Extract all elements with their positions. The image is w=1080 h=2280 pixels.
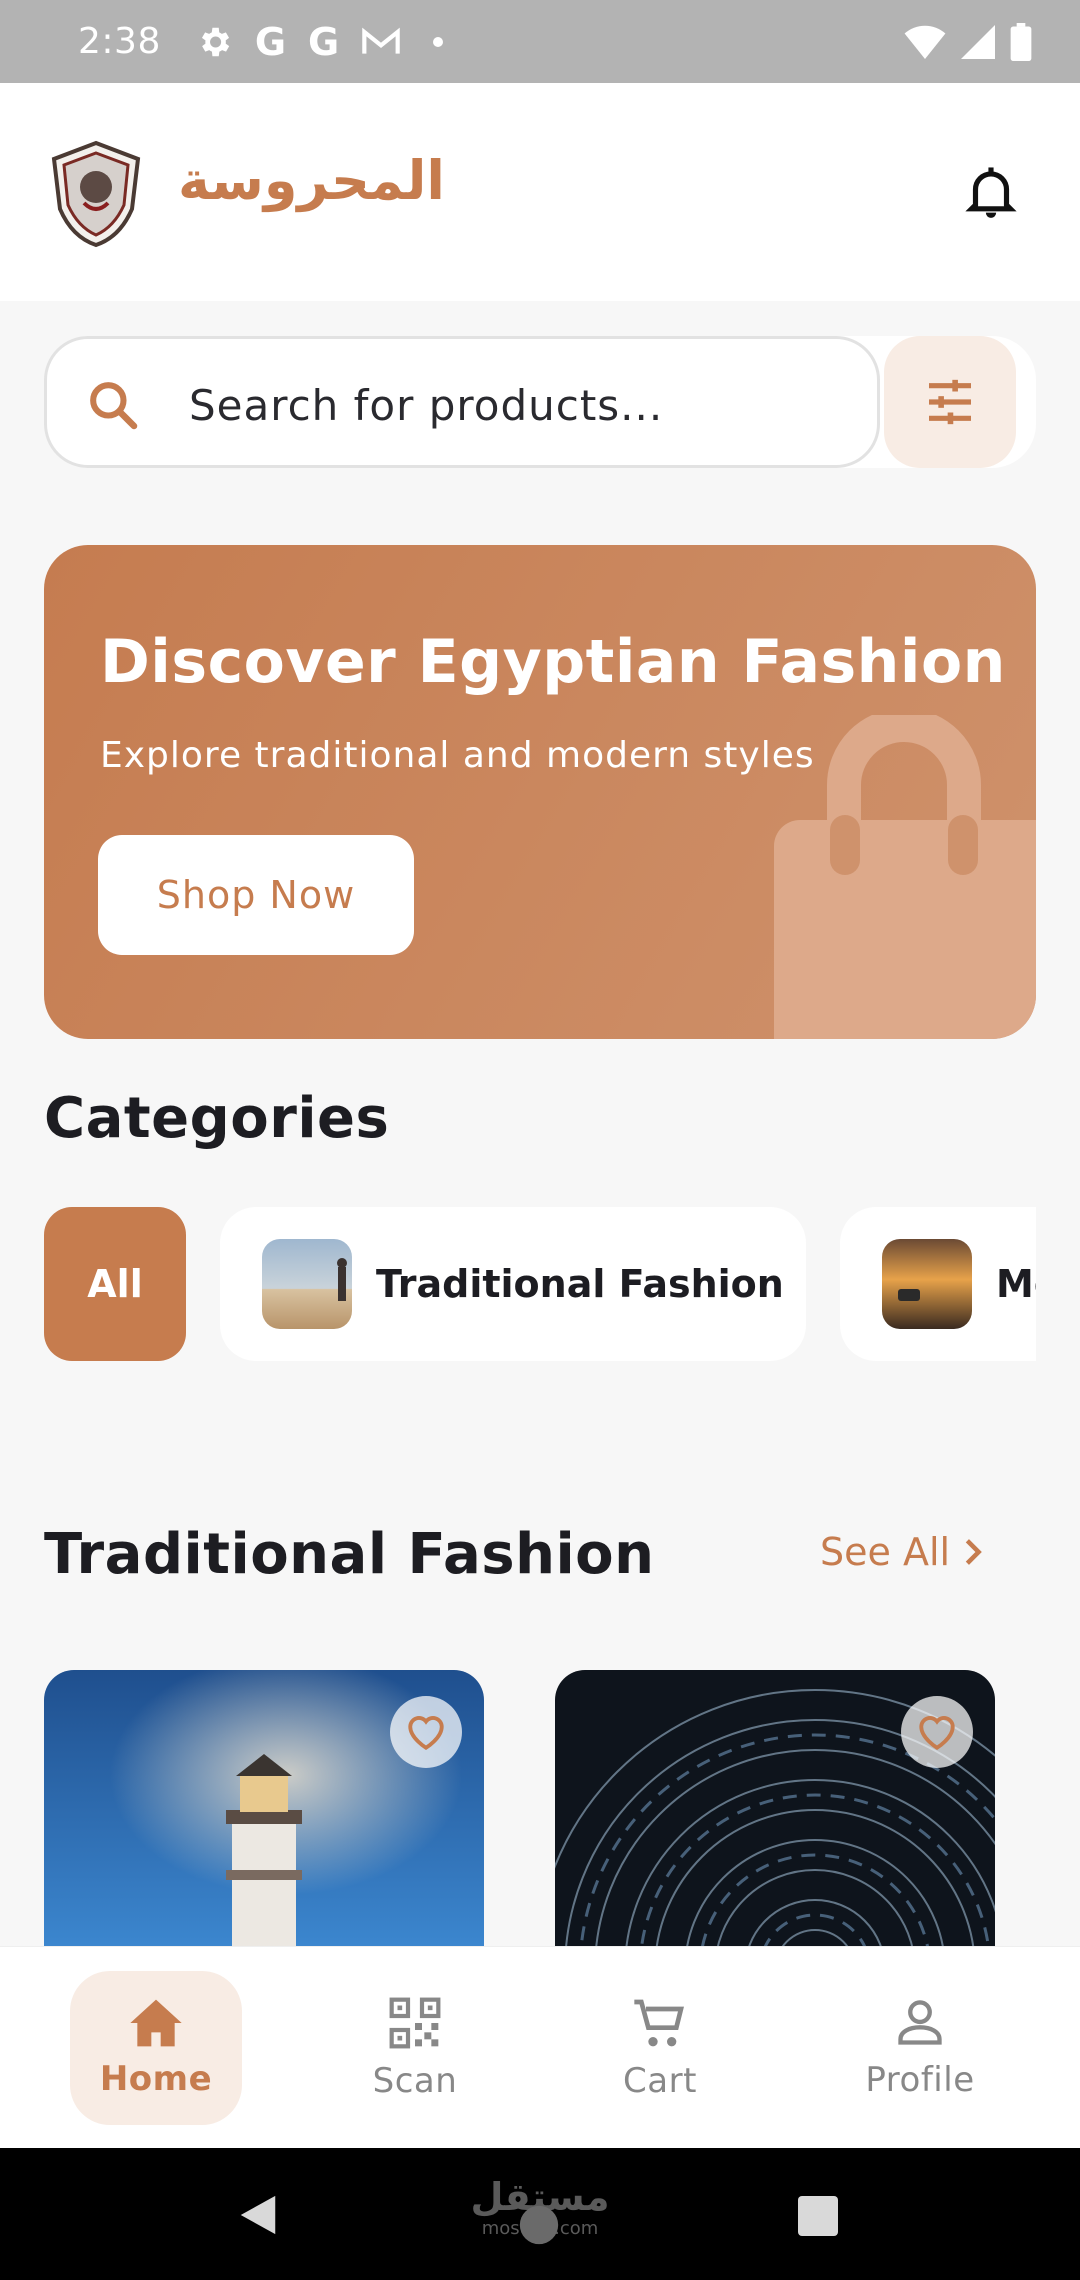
- heart-outline-icon: [408, 1716, 444, 1751]
- brand-name: المحروسة: [178, 149, 445, 212]
- status-bar: 2:38 G G: [0, 0, 1080, 83]
- nav-home[interactable]: Home: [70, 1971, 242, 2125]
- qr-scan-icon: [389, 1997, 441, 2049]
- see-all-link[interactable]: See All: [820, 1530, 986, 1574]
- search-icon: [90, 382, 138, 430]
- status-time: 2:38: [78, 21, 161, 62]
- nav-label: Home: [99, 2059, 213, 2099]
- chevron-right-icon: [965, 1539, 982, 1565]
- category-list: All Traditional Fashion Mo: [44, 1207, 1036, 1363]
- section-title: Traditional Fashion: [44, 1522, 655, 1587]
- product-card[interactable]: [555, 1670, 995, 1970]
- category-thumbnail: [262, 1239, 352, 1329]
- bottom-navigation: Home Scan Cart Profile: [0, 1946, 1080, 2148]
- signal-icon: [961, 24, 995, 59]
- favorite-button[interactable]: [390, 1696, 462, 1768]
- category-thumbnail: [882, 1239, 972, 1329]
- status-system-icons: [904, 22, 1032, 61]
- banner-subtitle: Explore traditional and modern styles: [100, 735, 815, 776]
- see-all-label: See All: [820, 1530, 951, 1574]
- google-icon: G: [254, 19, 287, 64]
- home-circle-icon[interactable]: [516, 2202, 562, 2248]
- wifi-icon: [904, 25, 946, 59]
- category-chip-all[interactable]: All: [44, 1207, 186, 1361]
- nav-label: Scan: [372, 2061, 458, 2101]
- sliders-icon: [929, 379, 971, 425]
- gear-icon: [201, 27, 230, 56]
- google-icon: G: [308, 19, 340, 64]
- home-icon: [130, 1999, 182, 2047]
- recents-icon[interactable]: [798, 2196, 838, 2236]
- search-box[interactable]: [44, 336, 880, 468]
- back-icon[interactable]: [236, 2192, 280, 2238]
- product-card[interactable]: [44, 1670, 484, 1970]
- status-notification-icons: G G: [195, 19, 444, 64]
- banner-title: Discover Egyptian Fashion: [100, 627, 1006, 697]
- category-chip-modern[interactable]: Mo: [840, 1207, 1036, 1361]
- nav-cart[interactable]: Cart: [574, 1971, 746, 2125]
- search-input[interactable]: [189, 367, 849, 443]
- system-navigation-bar: مستقل mostaql.com: [0, 2148, 1080, 2280]
- shop-now-button[interactable]: Shop Now: [98, 835, 414, 955]
- search-bar: [44, 336, 1036, 468]
- category-label: Traditional Fashion: [376, 1262, 784, 1306]
- nav-label: Cart: [623, 2061, 697, 2101]
- nav-scan[interactable]: Scan: [329, 1971, 501, 2125]
- nav-profile[interactable]: Profile: [834, 1971, 1006, 2125]
- filter-button[interactable]: [884, 336, 1016, 468]
- category-chip-traditional-fashion[interactable]: Traditional Fashion: [220, 1207, 806, 1361]
- categories-title: Categories: [44, 1086, 390, 1151]
- crest-logo: [51, 140, 141, 248]
- gmail-icon: [362, 27, 400, 54]
- favorite-button[interactable]: [901, 1696, 973, 1768]
- cart-icon: [634, 1999, 684, 2047]
- promo-banner: Discover Egyptian Fashion Explore tradit…: [44, 545, 1036, 1039]
- battery-icon: [1010, 22, 1032, 61]
- heart-outline-icon: [919, 1716, 955, 1751]
- category-label: Mo: [996, 1262, 1036, 1306]
- dot-icon: [433, 36, 444, 47]
- app-header: المحروسة: [0, 83, 1080, 301]
- person-icon: [898, 2000, 942, 2045]
- nav-label: Profile: [865, 2060, 975, 2100]
- bell-icon[interactable]: [960, 159, 1022, 225]
